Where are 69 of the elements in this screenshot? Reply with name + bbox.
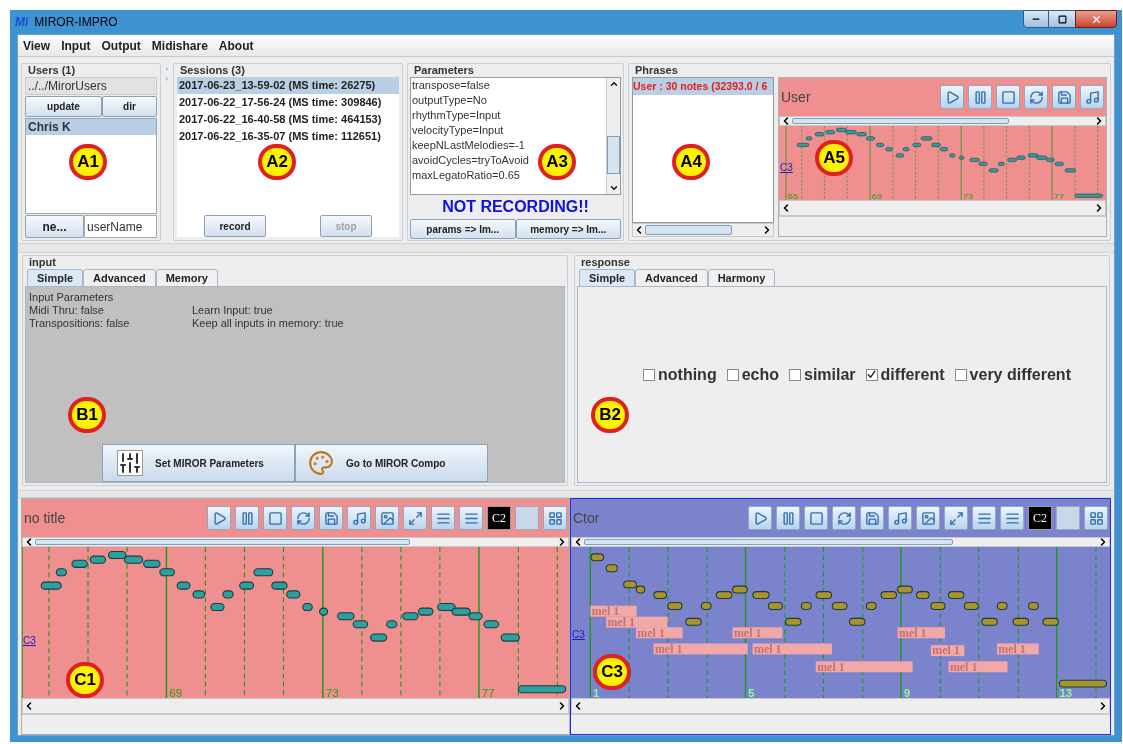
parameter-line: keepNLastMelodies=-1 bbox=[412, 138, 525, 153]
panel-title: Parameters bbox=[413, 63, 475, 77]
menu-item[interactable]: Midishare bbox=[151, 36, 208, 55]
parameter-line: avoidCycles=tryToAvoid bbox=[412, 153, 529, 168]
tab[interactable]: Simple bbox=[27, 269, 84, 287]
recording-status: NOT RECORDING!! bbox=[441, 197, 590, 217]
new-user-button[interactable]: ne... bbox=[25, 215, 84, 238]
roll-title: no title bbox=[24, 508, 66, 528]
option-label: nothing bbox=[658, 364, 717, 385]
tab[interactable]: Simple bbox=[579, 269, 636, 287]
menu-item[interactable]: Input bbox=[61, 36, 91, 55]
bar-number: 73 bbox=[325, 686, 339, 698]
c2-toolbar-button[interactable]: C2 bbox=[487, 506, 511, 530]
pitch-label[interactable]: C3 bbox=[780, 160, 793, 175]
option-label: different bbox=[880, 364, 945, 385]
panel-title: Users (1) bbox=[27, 63, 77, 77]
option-label: echo bbox=[741, 364, 779, 385]
window-title: MIROR-IMPRO bbox=[34, 14, 118, 31]
menu-item[interactable]: About bbox=[218, 36, 254, 55]
setting-text: Keep all inputs in memory: true bbox=[192, 317, 345, 330]
setting-text: Transpositions: false bbox=[29, 317, 131, 330]
tab[interactable]: Memory bbox=[155, 269, 218, 287]
record-button[interactable]: record bbox=[204, 215, 266, 237]
dir-button[interactable]: dir bbox=[102, 96, 157, 117]
roll-title: User bbox=[781, 87, 811, 107]
tab[interactable]: Advanced bbox=[635, 269, 708, 287]
panel-title: Sessions (3) bbox=[179, 63, 246, 77]
app-logo: Mi bbox=[15, 14, 29, 31]
bar-number: 69 bbox=[871, 192, 883, 200]
bar-number: 13 bbox=[1059, 686, 1072, 698]
update-button[interactable]: update bbox=[25, 96, 102, 117]
c2-toolbar-button[interactable]: C2 bbox=[1028, 506, 1052, 530]
panel-title: input bbox=[28, 255, 57, 269]
bar-number: 77 bbox=[481, 686, 495, 698]
setting-text: Learn Input: true bbox=[192, 304, 274, 317]
menu-item[interactable]: View bbox=[23, 36, 51, 55]
compo-button[interactable]: Go to MIROR Compo bbox=[295, 444, 488, 482]
parameter-line: velocityType=Input bbox=[412, 123, 504, 138]
bar-number: 5 bbox=[748, 686, 755, 698]
panel-title: Phrases bbox=[634, 63, 679, 77]
roll-title: Ctor bbox=[573, 508, 600, 528]
session-item[interactable]: 2017-06-22_16-35-07 (MS time: 112651) bbox=[177, 128, 399, 145]
pitch-label[interactable]: C3 bbox=[23, 633, 36, 648]
params-button[interactable]: params => Im... bbox=[410, 219, 516, 239]
bar-number: 77 bbox=[1053, 192, 1065, 200]
session-item[interactable]: 2017-06-22_16-40-58 (MS time: 464153) bbox=[177, 111, 399, 128]
tab[interactable]: Harmony bbox=[707, 269, 776, 287]
memory-button[interactable]: memory => Im... bbox=[515, 219, 621, 239]
bar-number: 9 bbox=[903, 686, 911, 698]
parameter-line: rhythmType=Input bbox=[412, 108, 501, 123]
bar-number: 65 bbox=[787, 192, 799, 200]
user-item[interactable]: Chris K bbox=[26, 119, 156, 135]
parameter-line: outputType=No bbox=[412, 93, 487, 108]
parameter-line: transpose=false bbox=[412, 78, 490, 93]
session-item[interactable]: 2017-06-23_13-59-02 (MS time: 26275) bbox=[177, 77, 399, 94]
users-path: ../../MirorUsers bbox=[25, 77, 157, 95]
bar-number: 73 bbox=[962, 192, 974, 200]
parameter-line: maxLegatoRatio=0.65 bbox=[412, 168, 520, 183]
option-label: similar bbox=[804, 364, 856, 385]
settings-heading: Input Parameters bbox=[29, 291, 115, 304]
menu-item[interactable]: Output bbox=[101, 36, 141, 55]
bar-number: 69 bbox=[169, 686, 183, 698]
setting-text: Midi Thru: false bbox=[29, 304, 105, 317]
session-item[interactable]: 2017-06-22_17-56-24 (MS time: 309846) bbox=[177, 94, 399, 111]
set-parameters-button[interactable]: Set MIROR Parameters bbox=[102, 444, 295, 482]
tab[interactable]: Advanced bbox=[83, 269, 156, 287]
option-label: very different bbox=[969, 364, 1071, 385]
panel-title: response bbox=[580, 255, 631, 269]
username-field[interactable]: userName bbox=[84, 215, 157, 238]
